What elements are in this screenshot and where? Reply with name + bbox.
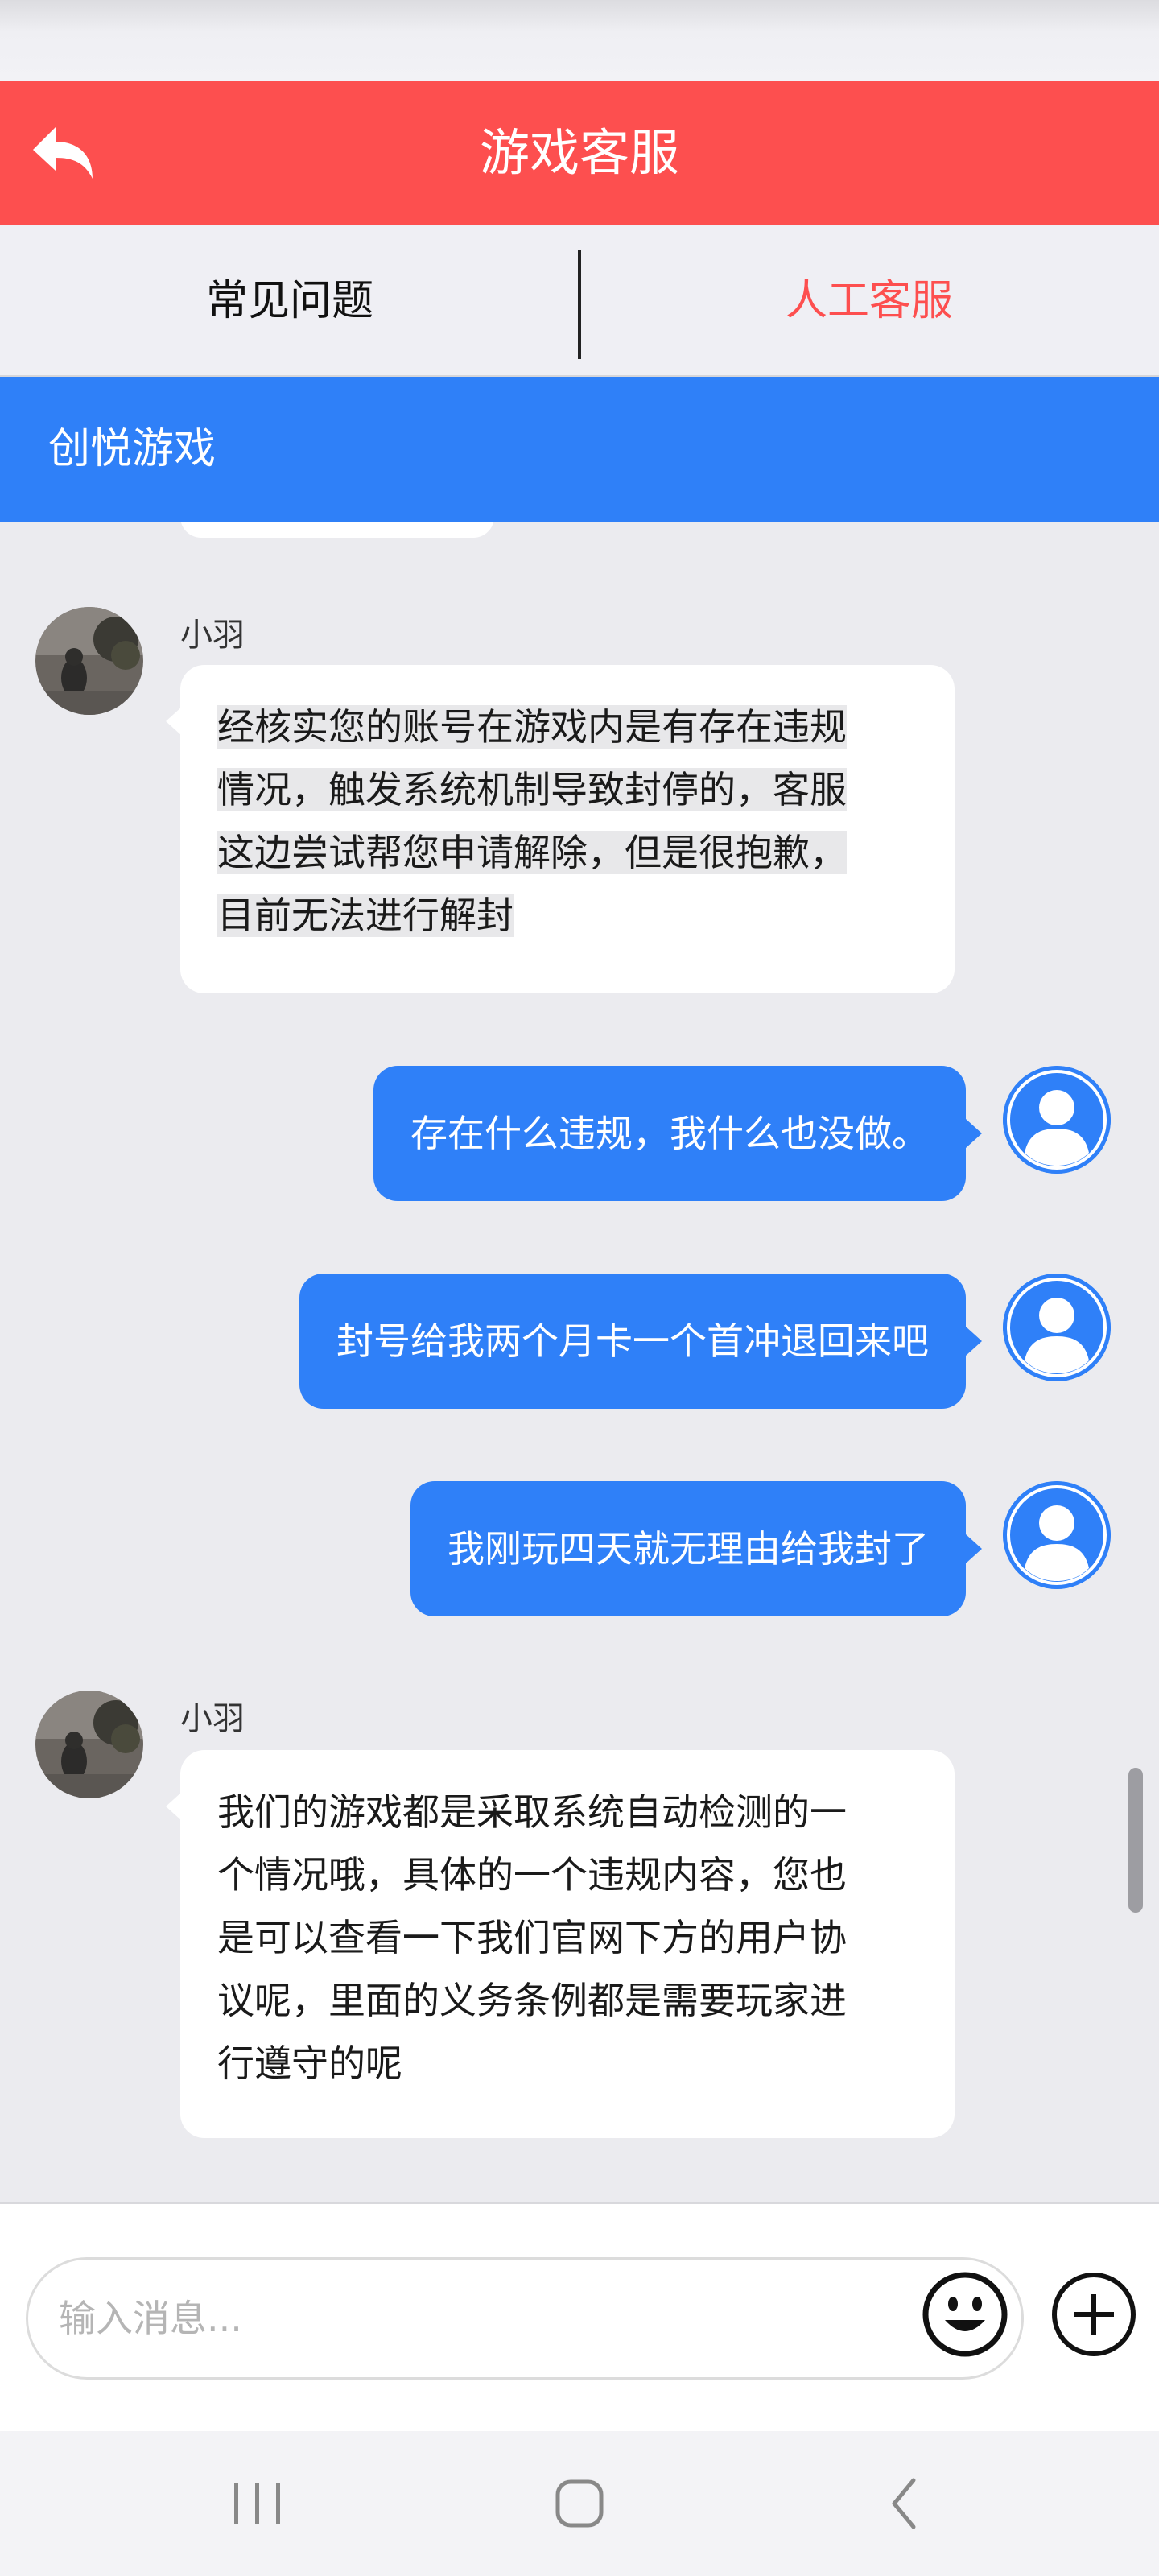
status-bar [0, 0, 1159, 80]
message-input[interactable] [26, 2257, 1024, 2380]
agent-message-bubble[interactable]: 我们的游戏都是采取系统自动检测的一 个情况哦，具体的一个违规内容，您也 是可以查… [166, 1750, 955, 2138]
message-line: 议呢，里面的义务条例都是需要玩家进 [217, 1979, 847, 2022]
previous-message-bubble [180, 522, 494, 538]
message-line: 行遵守的呢 [217, 2041, 402, 2085]
message-line: 这边尝试帮您申请解除，但是很抱歉， [217, 831, 847, 874]
agent-avatar[interactable] [35, 1690, 143, 1798]
plus-circle-icon[interactable] [1050, 2270, 1138, 2359]
message-line: 个情况哦，具体的一个违规内容，您也 [217, 1853, 847, 1897]
user-message-bubble[interactable]: 我刚玩四天就无理由给我封了 [410, 1481, 982, 1616]
recent-apps-icon[interactable] [217, 2463, 298, 2544]
page-title: 游戏客服 [479, 123, 679, 182]
agent-name: 小羽 [180, 617, 245, 654]
home-icon[interactable] [539, 2463, 620, 2544]
system-nav-bar [0, 2431, 1159, 2576]
agent-message-bubble[interactable]: 经核实您的账号在游戏内是有存在违规 情况，触发系统机制导致封停的，客服 这边尝试… [166, 665, 955, 993]
tab-bar: 常见问题 人工客服 [0, 225, 1159, 377]
user-message-bubble[interactable]: 封号给我两个月卡一个首冲退回来吧 [299, 1274, 982, 1409]
user-avatar[interactable] [1003, 1274, 1111, 1381]
scrollbar[interactable] [1128, 1768, 1143, 1913]
user-avatar[interactable] [1003, 1066, 1111, 1174]
emoji-icon[interactable] [921, 2270, 1009, 2359]
back-chevron-icon[interactable] [864, 2463, 945, 2544]
message-line: 是可以查看一下我们官网下方的用户协 [217, 1916, 847, 1959]
tab-faq[interactable]: 常见问题 [0, 225, 580, 377]
input-bar [0, 2202, 1159, 2431]
chat-area[interactable]: 小羽 经核实您的账号在游戏内是有存在违规 情况，触发系统机制导致封停的，客服 这… [0, 522, 1159, 2202]
company-name: 创悦游戏 [48, 425, 217, 473]
message-line: 情况，触发系统机制导致封停的，客服 [217, 768, 847, 811]
company-bar: 创悦游戏 [0, 377, 1159, 522]
user-message-bubble[interactable]: 存在什么违规，我什么也没做。 [373, 1066, 982, 1201]
header: 游戏客服 [0, 80, 1159, 225]
agent-avatar[interactable] [35, 607, 143, 715]
agent-name: 小羽 [180, 1700, 245, 1737]
message-line: 经核实您的账号在游戏内是有存在违规 [217, 705, 847, 749]
tab-human-service[interactable]: 人工客服 [580, 225, 1159, 377]
message-line: 我们的游戏都是采取系统自动检测的一 [217, 1790, 847, 1834]
message-line: 目前无法进行解封 [217, 894, 514, 937]
user-avatar[interactable] [1003, 1481, 1111, 1589]
